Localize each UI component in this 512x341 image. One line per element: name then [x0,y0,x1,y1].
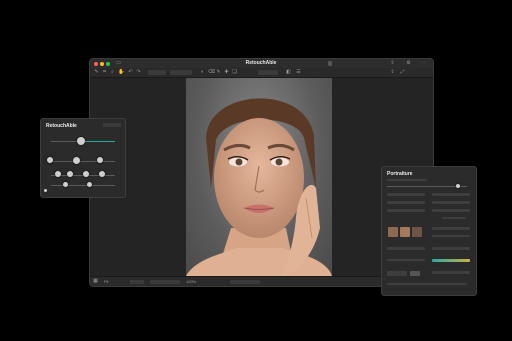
compare-icon[interactable]: ◧ [286,70,291,75]
settings-icon[interactable]: ⚙ [406,61,411,66]
pp-row-3a[interactable] [387,209,425,212]
eraser-icon[interactable]: ⌫ [208,70,215,75]
pp-slider-knob[interactable] [456,184,460,188]
more-icon[interactable]: ⋯ [420,61,425,66]
zoom-level: 100% [186,279,197,284]
status-slider[interactable] [230,280,260,284]
pp-row-2b[interactable] [432,201,470,204]
zoom-icon[interactable] [106,62,110,66]
clone-icon[interactable]: ❏ [232,70,237,75]
pp-footer-bar [387,283,467,285]
slider-knob-4b[interactable] [87,182,92,187]
brush-icon[interactable]: ✎ [94,70,99,75]
portrait-photo [186,78,332,276]
pp-row-1a [387,193,425,196]
pp-teal-bar-1 [442,217,466,219]
pp-row-2a[interactable] [387,201,425,204]
hand-icon[interactable]: ✋ [118,70,124,75]
pp-row-5a[interactable] [387,247,425,250]
brush-tool-icon[interactable]: ✎ [216,70,221,75]
pp-teal-bar-2 [432,235,470,237]
portrait-illustration [186,98,332,276]
thumbnail-2[interactable] [400,227,410,237]
pp-button-2[interactable] [410,271,420,276]
panel-indicator-icon [44,189,47,192]
portraiture-panel-title: Portraiture [387,171,413,177]
crop-icon[interactable]: ⌗ [102,70,107,75]
retouch-panel: RetouchAble · [40,118,126,198]
slider-knob-3a[interactable] [55,171,61,177]
fit-label[interactable]: Fit [104,279,108,285]
export-icon[interactable]: ⇪ [390,70,395,75]
toolbar: ✎ ⌗ ⌕ ✋ ↶ ↷ ◐ ⌫ ✎ ✚ ❏ ◧ ☰ ⇪ ⤢ [90,68,433,78]
pp-row-4[interactable] [432,227,470,230]
close-icon[interactable] [94,62,98,66]
pp-button-1[interactable] [387,271,407,276]
slider-knob-2b[interactable] [73,157,80,164]
thumbnail-1[interactable] [388,227,398,237]
heal-icon[interactable]: ✚ [224,70,229,75]
grid-icon[interactable]: ▦ [93,279,98,284]
retouch-panel-title: RetouchAble [46,123,77,129]
pp-slider-track[interactable] [387,186,467,187]
undo-icon[interactable]: ↶ [128,70,133,75]
slider-track-2[interactable] [51,161,115,162]
slider-knob-1[interactable] [77,137,85,145]
slider-caption-1: · [79,131,80,135]
redo-icon[interactable]: ↷ [136,70,141,75]
panel-subtitle-bar [387,179,427,181]
slider-fill-1 [83,141,115,142]
minimize-icon[interactable] [100,62,104,66]
pp-row-6[interactable] [432,271,470,274]
brush-size-field[interactable] [148,70,166,75]
status-dropdown[interactable] [130,280,144,284]
slider-knob-2c[interactable] [97,157,103,163]
window-title: RetouchAble [245,60,277,66]
preset-dropdown[interactable] [258,70,278,75]
pp-gradient-bar [432,259,470,262]
slider-track-4[interactable] [51,185,115,186]
thumbnail-3[interactable] [412,227,422,237]
opacity-field[interactable] [170,70,192,75]
slider-knob-3b[interactable] [67,171,73,177]
share-icon[interactable]: ⇧ [390,61,395,66]
retouch-panel-button[interactable] [103,123,121,127]
pp-row-1b [432,193,470,196]
zoom-tool-icon[interactable]: ⌕ [110,70,115,75]
mask-icon[interactable]: ◐ [200,70,205,75]
slider-knob-3d[interactable] [99,171,105,177]
slider-knob-4a[interactable] [63,182,68,187]
portraiture-panel: Portraiture [381,166,477,296]
pp-row-5b[interactable] [432,247,470,250]
sidebar-icon[interactable]: ▭ [116,61,121,66]
layers-icon[interactable]: ☰ [296,70,301,75]
pp-teal-bar-3 [387,259,425,261]
slider-knob-2a[interactable] [47,157,53,163]
slider-knob-3c[interactable] [83,171,89,177]
pp-row-3b[interactable] [432,209,470,212]
status-info [150,280,180,284]
scroll-marker [328,61,332,66]
fullscreen-icon[interactable]: ⤢ [400,70,405,75]
